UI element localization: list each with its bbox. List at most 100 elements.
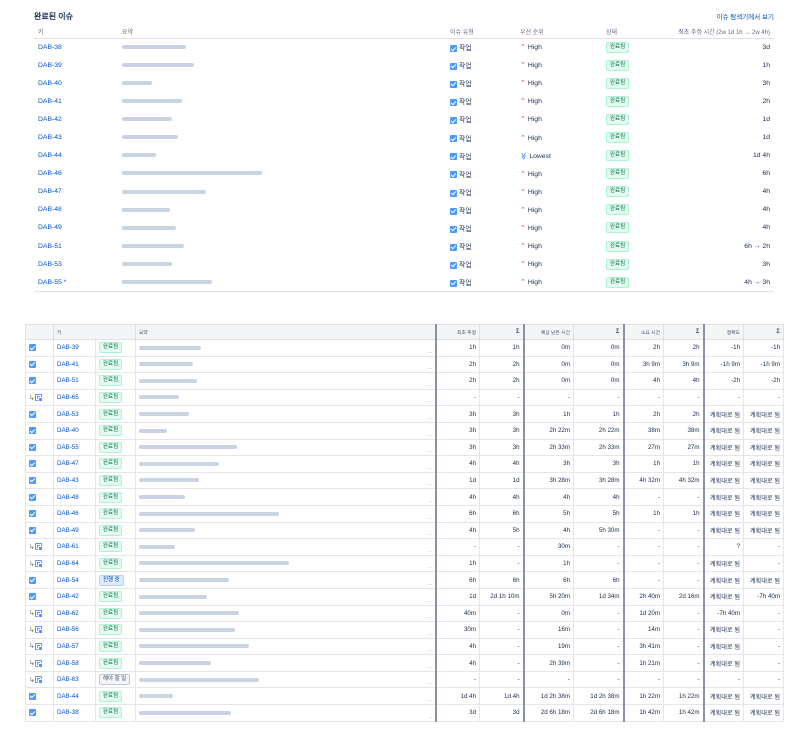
issue-summary-link[interactable] bbox=[139, 710, 232, 715]
issue-key-link[interactable]: DAB-55 bbox=[57, 444, 79, 451]
issue-key-link[interactable]: DAB-40 bbox=[38, 80, 62, 87]
issue-summary-link[interactable] bbox=[139, 395, 180, 400]
table-row[interactable]: DAB-39 완료됨… 1h 1h 0m 0m 2h 2h -1h -1h bbox=[25, 339, 785, 357]
table-row[interactable]: ↳ DAB-58 완료됨… 4h -2h 39m -1h 21m - 계획대로 됨- bbox=[25, 654, 785, 672]
issue-summary-link[interactable] bbox=[122, 80, 152, 85]
issue-key-link[interactable]: DAB-53 bbox=[38, 261, 62, 268]
issue-key-link[interactable]: DAB-54 bbox=[57, 577, 79, 584]
issue-key-link[interactable]: DAB-38 bbox=[57, 709, 79, 716]
issue-key-link[interactable]: DAB-46 bbox=[38, 170, 62, 177]
col-time-spent-sum[interactable]: Σ bbox=[663, 324, 705, 340]
issue-key-link[interactable]: DAB-42 bbox=[57, 593, 79, 600]
issue-key-link[interactable]: DAB-41 bbox=[38, 98, 62, 105]
issue-summary-link[interactable] bbox=[139, 428, 168, 433]
issue-summary-link[interactable] bbox=[139, 362, 194, 367]
col-type[interactable]: 이슈 유형 bbox=[446, 26, 516, 39]
issue-key-link[interactable]: DAB-43 bbox=[38, 134, 62, 141]
issue-summary-link[interactable] bbox=[122, 171, 262, 176]
issue-key-link[interactable]: DAB-48 bbox=[38, 206, 62, 213]
issue-summary-link[interactable] bbox=[122, 189, 206, 194]
issue-summary-link[interactable] bbox=[139, 495, 186, 499]
table-row[interactable]: DAB-43 작업 ⌃ High 완료됨 1d bbox=[34, 128, 774, 146]
issue-summary-link[interactable] bbox=[139, 511, 280, 516]
table-row[interactable]: DAB-53 작업 ⌃ High 완료됨 3h bbox=[34, 255, 774, 273]
table-row[interactable]: DAB-48 작업 ⌃ High 완료됨 4h bbox=[34, 201, 774, 219]
col-summary[interactable]: 요약 bbox=[135, 324, 437, 340]
table-row[interactable]: DAB-39 작업 ⌃ High 완료됨 1h bbox=[34, 56, 774, 74]
table-row[interactable]: DAB-44 작업 ≫ Lowest 완료됨 1d 4h bbox=[34, 147, 774, 165]
issue-summary-link[interactable] bbox=[122, 225, 176, 230]
issue-key-link[interactable]: DAB-55 * bbox=[38, 279, 66, 286]
table-row[interactable]: DAB-51 완료됨… 2h 2h 0m 0m 4h 4h -2h -2h bbox=[25, 372, 785, 390]
col-original-estimate-sum[interactable]: Σ bbox=[479, 324, 525, 340]
table-row[interactable]: ↳ DAB-57 완료됨… 4h -19m -3h 41m - 계획대로 됨- bbox=[25, 637, 785, 656]
issue-summary-link[interactable] bbox=[139, 594, 208, 599]
col-priority[interactable]: 우선 순위 bbox=[516, 26, 602, 39]
issue-key-link[interactable]: DAB-48 bbox=[57, 494, 79, 501]
table-row[interactable]: ↳ DAB-65 완료됨… - - - - - - - - bbox=[25, 388, 785, 407]
issue-key-link[interactable]: DAB-51 bbox=[57, 377, 79, 384]
table-row[interactable]: DAB-40 작업 ⌃ High 완료됨 3h bbox=[34, 74, 774, 92]
issue-key-link[interactable]: DAB-57 bbox=[57, 643, 79, 650]
issue-key-link[interactable]: DAB-49 bbox=[57, 527, 79, 534]
issue-key-link[interactable]: DAB-64 bbox=[57, 560, 79, 567]
table-row[interactable]: DAB-46 작업 ⌃ High 완료됨 6h bbox=[34, 165, 774, 183]
table-row[interactable]: DAB-55 * 작업 ⌃ High 완료됨 4h → 3h bbox=[34, 273, 774, 292]
table-row[interactable]: DAB-51 작업 ⌃ High 완료됨 6h → 2h bbox=[34, 237, 774, 255]
issue-summary-link[interactable] bbox=[122, 207, 170, 212]
table-row[interactable]: DAB-38 작업 ⌃ High 완료됨 3d bbox=[34, 38, 774, 56]
issue-summary-link[interactable] bbox=[139, 627, 236, 632]
table-row[interactable]: DAB-46 완료됨… 6h 6h 5h 5h 1h 1h 계획대로 됨 계획대로 됨 bbox=[25, 504, 785, 523]
issue-key-link[interactable]: DAB-61 bbox=[57, 543, 79, 550]
col-estimate[interactable]: 최초 추정 시간 (2w 1d 1h → 2w 4h) bbox=[662, 26, 774, 39]
issue-summary-link[interactable] bbox=[139, 412, 190, 417]
issue-summary-link[interactable] bbox=[139, 644, 250, 649]
issue-key-link[interactable]: DAB-58 bbox=[57, 660, 79, 667]
issue-key-link[interactable]: DAB-42 bbox=[38, 116, 62, 123]
col-summary[interactable]: 요약 bbox=[118, 26, 446, 39]
issue-key-link[interactable]: DAB-43 bbox=[57, 477, 79, 484]
issue-key-link[interactable]: DAB-39 bbox=[38, 62, 62, 69]
view-in-navigator-link[interactable]: 이슈 탐색기에서 보기 bbox=[717, 11, 774, 21]
table-row[interactable]: ↳ DAB-56 완료됨… 30m -16m -14m - 계획대로 됨- bbox=[25, 621, 785, 639]
issue-summary-link[interactable] bbox=[139, 611, 240, 616]
table-row[interactable]: DAB-41 작업 ⌃ High 완료됨 2h bbox=[34, 92, 774, 110]
table-row[interactable]: DAB-49 완료됨… 4h 5h 4h 5h 30m - - 계획대로 됨 계획대로 됨 bbox=[25, 521, 785, 540]
col-remaining-estimate-sum[interactable]: Σ bbox=[573, 324, 625, 340]
table-row[interactable]: DAB-42 작업 ⌃ High 완료됨 1d bbox=[34, 110, 774, 128]
col-key[interactable]: 키 bbox=[52, 324, 137, 340]
table-row[interactable]: DAB-43 완료됨… 1d 1d 3h 28m 3h 28m 4h 32m 4h 32m 계획… bbox=[25, 471, 785, 490]
table-row[interactable]: DAB-49 작업 ⌃ High 완료됨 4h bbox=[34, 219, 774, 237]
issue-key-link[interactable]: DAB-53 bbox=[57, 411, 79, 418]
issue-summary-link[interactable] bbox=[139, 660, 212, 665]
issue-summary-link[interactable] bbox=[122, 153, 156, 158]
issue-summary-link[interactable] bbox=[122, 117, 172, 122]
issue-summary-link[interactable] bbox=[139, 577, 230, 582]
issue-key-link[interactable]: DAB-40 bbox=[57, 427, 79, 434]
issue-key-link[interactable]: DAB-49 bbox=[38, 224, 62, 231]
table-row[interactable]: ↳ DAB-61 완료됨… - -30m - - -? - bbox=[25, 538, 785, 556]
col-time-spent[interactable]: 소요 시간 bbox=[622, 324, 665, 340]
issue-key-link[interactable]: DAB-38 bbox=[38, 44, 62, 51]
table-row[interactable]: DAB-54 진행 중… 6h 6h 6h 6h - - 계획대로 됨 계획대로 됨 bbox=[25, 571, 785, 589]
issue-key-link[interactable]: DAB-41 bbox=[57, 361, 79, 368]
table-row[interactable]: DAB-53 완료됨… 3h 3h 1h 1h 2h 2h 계획대로 됨 계획대로 됨 bbox=[25, 405, 785, 423]
issue-summary-link[interactable] bbox=[139, 378, 198, 383]
issue-key-link[interactable]: DAB-39 bbox=[57, 344, 79, 351]
col-accuracy-sum[interactable]: Σ bbox=[743, 324, 785, 340]
issue-key-link[interactable]: DAB-44 bbox=[57, 693, 79, 700]
issue-summary-link[interactable] bbox=[139, 561, 290, 566]
issue-summary-link[interactable] bbox=[139, 677, 260, 682]
issue-summary-link[interactable] bbox=[139, 461, 220, 466]
issue-summary-link[interactable] bbox=[122, 62, 194, 67]
issue-key-link[interactable]: DAB-47 bbox=[38, 188, 62, 195]
issue-summary-link[interactable] bbox=[139, 345, 202, 350]
table-row[interactable]: ↳ DAB-64 완료됨… 1h -1h - - - 계획대로 됨- bbox=[25, 554, 785, 573]
table-row[interactable]: DAB-40 완료됨… 3h 3h 2h 22m 2h 22m 38m 38m 계획대로 됨 계획… bbox=[25, 421, 785, 440]
issue-summary-link[interactable] bbox=[122, 99, 182, 104]
issue-summary-link[interactable] bbox=[139, 478, 200, 483]
issue-summary-link[interactable] bbox=[122, 243, 184, 248]
table-row[interactable]: DAB-47 작업 ⌃ High 완료됨 4h bbox=[34, 183, 774, 201]
table-row[interactable]: ↳ DAB-62 완료됨… 40m -0m -1d 20m - -7h 40m - bbox=[25, 604, 785, 623]
col-original-estimate[interactable]: 최초 추정 bbox=[434, 324, 481, 340]
